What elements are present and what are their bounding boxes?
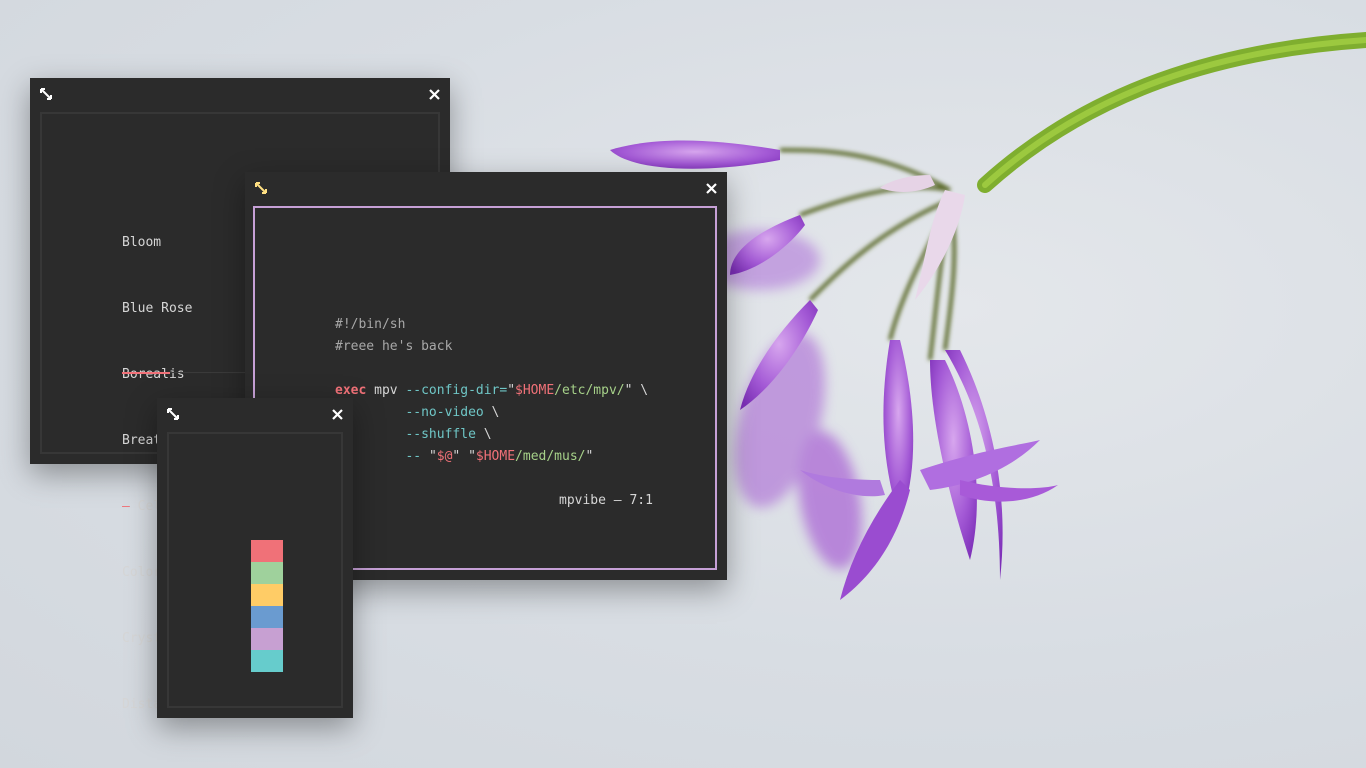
list-item[interactable]: Blue Rose	[122, 298, 247, 320]
color-swatch	[251, 584, 283, 606]
line-continuation: \	[483, 405, 500, 420]
config-path: /etc/mpv/	[554, 383, 625, 398]
palette-frame	[167, 432, 343, 708]
command-name: mpv	[374, 383, 398, 398]
close-icon[interactable]	[703, 180, 719, 196]
args-variable: $@	[436, 449, 453, 464]
music-path: /med/mus/	[515, 449, 586, 464]
titlebar	[157, 398, 353, 430]
code-line: exec mpv --config-dir="$HOME/etc/mpv/" \	[335, 380, 648, 402]
list-item[interactable]: Borealis	[122, 364, 247, 386]
home-variable: $HOME	[475, 449, 516, 464]
shebang: #!/bin/sh	[335, 317, 406, 332]
palette-window	[157, 398, 353, 718]
flag-config-dir: --config-dir=	[405, 383, 508, 398]
code-line: #reee he's back	[335, 336, 648, 358]
quote: "	[428, 449, 437, 464]
scroll-indicator	[122, 372, 170, 374]
close-icon[interactable]	[329, 406, 345, 422]
titlebar	[245, 172, 727, 204]
quote: "	[585, 449, 594, 464]
color-swatch	[251, 606, 283, 628]
quote: "	[468, 449, 476, 464]
flag-no-video: --no-video	[405, 405, 484, 420]
quote: "	[507, 383, 516, 398]
resize-icon[interactable]	[253, 180, 269, 196]
flag-shuffle: --shuffle	[405, 427, 476, 442]
code-line: --shuffle \	[335, 424, 648, 446]
resize-icon[interactable]	[38, 86, 54, 102]
exec-keyword: exec	[335, 383, 367, 398]
flag-end-of-options: --	[405, 449, 422, 464]
code-line: --no-video \	[335, 402, 648, 424]
color-swatch	[251, 540, 283, 562]
status-text: mpvibe – 7:1	[559, 493, 653, 508]
code-comment: #reee he's back	[335, 339, 453, 354]
resize-icon[interactable]	[165, 406, 181, 422]
color-swatch	[251, 650, 283, 672]
code-line: #!/bin/sh	[335, 314, 648, 336]
code-block[interactable]: #!/bin/sh #reee he's back exec mpv --conf…	[335, 314, 648, 468]
theme-label: Borealis	[122, 367, 185, 382]
theme-label: Bloom	[122, 235, 162, 250]
titlebar	[30, 78, 450, 110]
close-icon[interactable]	[426, 86, 442, 102]
list-item[interactable]: Bloom	[122, 232, 247, 254]
theme-label: Blue Rose	[122, 301, 193, 316]
line-continuation: \	[632, 383, 649, 398]
color-swatch	[251, 628, 283, 650]
color-palette	[251, 540, 283, 672]
selection-marker: –	[122, 499, 138, 514]
color-swatch	[251, 562, 283, 584]
home-variable: $HOME	[515, 383, 555, 398]
code-line: -- "$@" "$HOME/med/mus/"	[335, 446, 648, 468]
line-continuation: \	[475, 427, 492, 442]
